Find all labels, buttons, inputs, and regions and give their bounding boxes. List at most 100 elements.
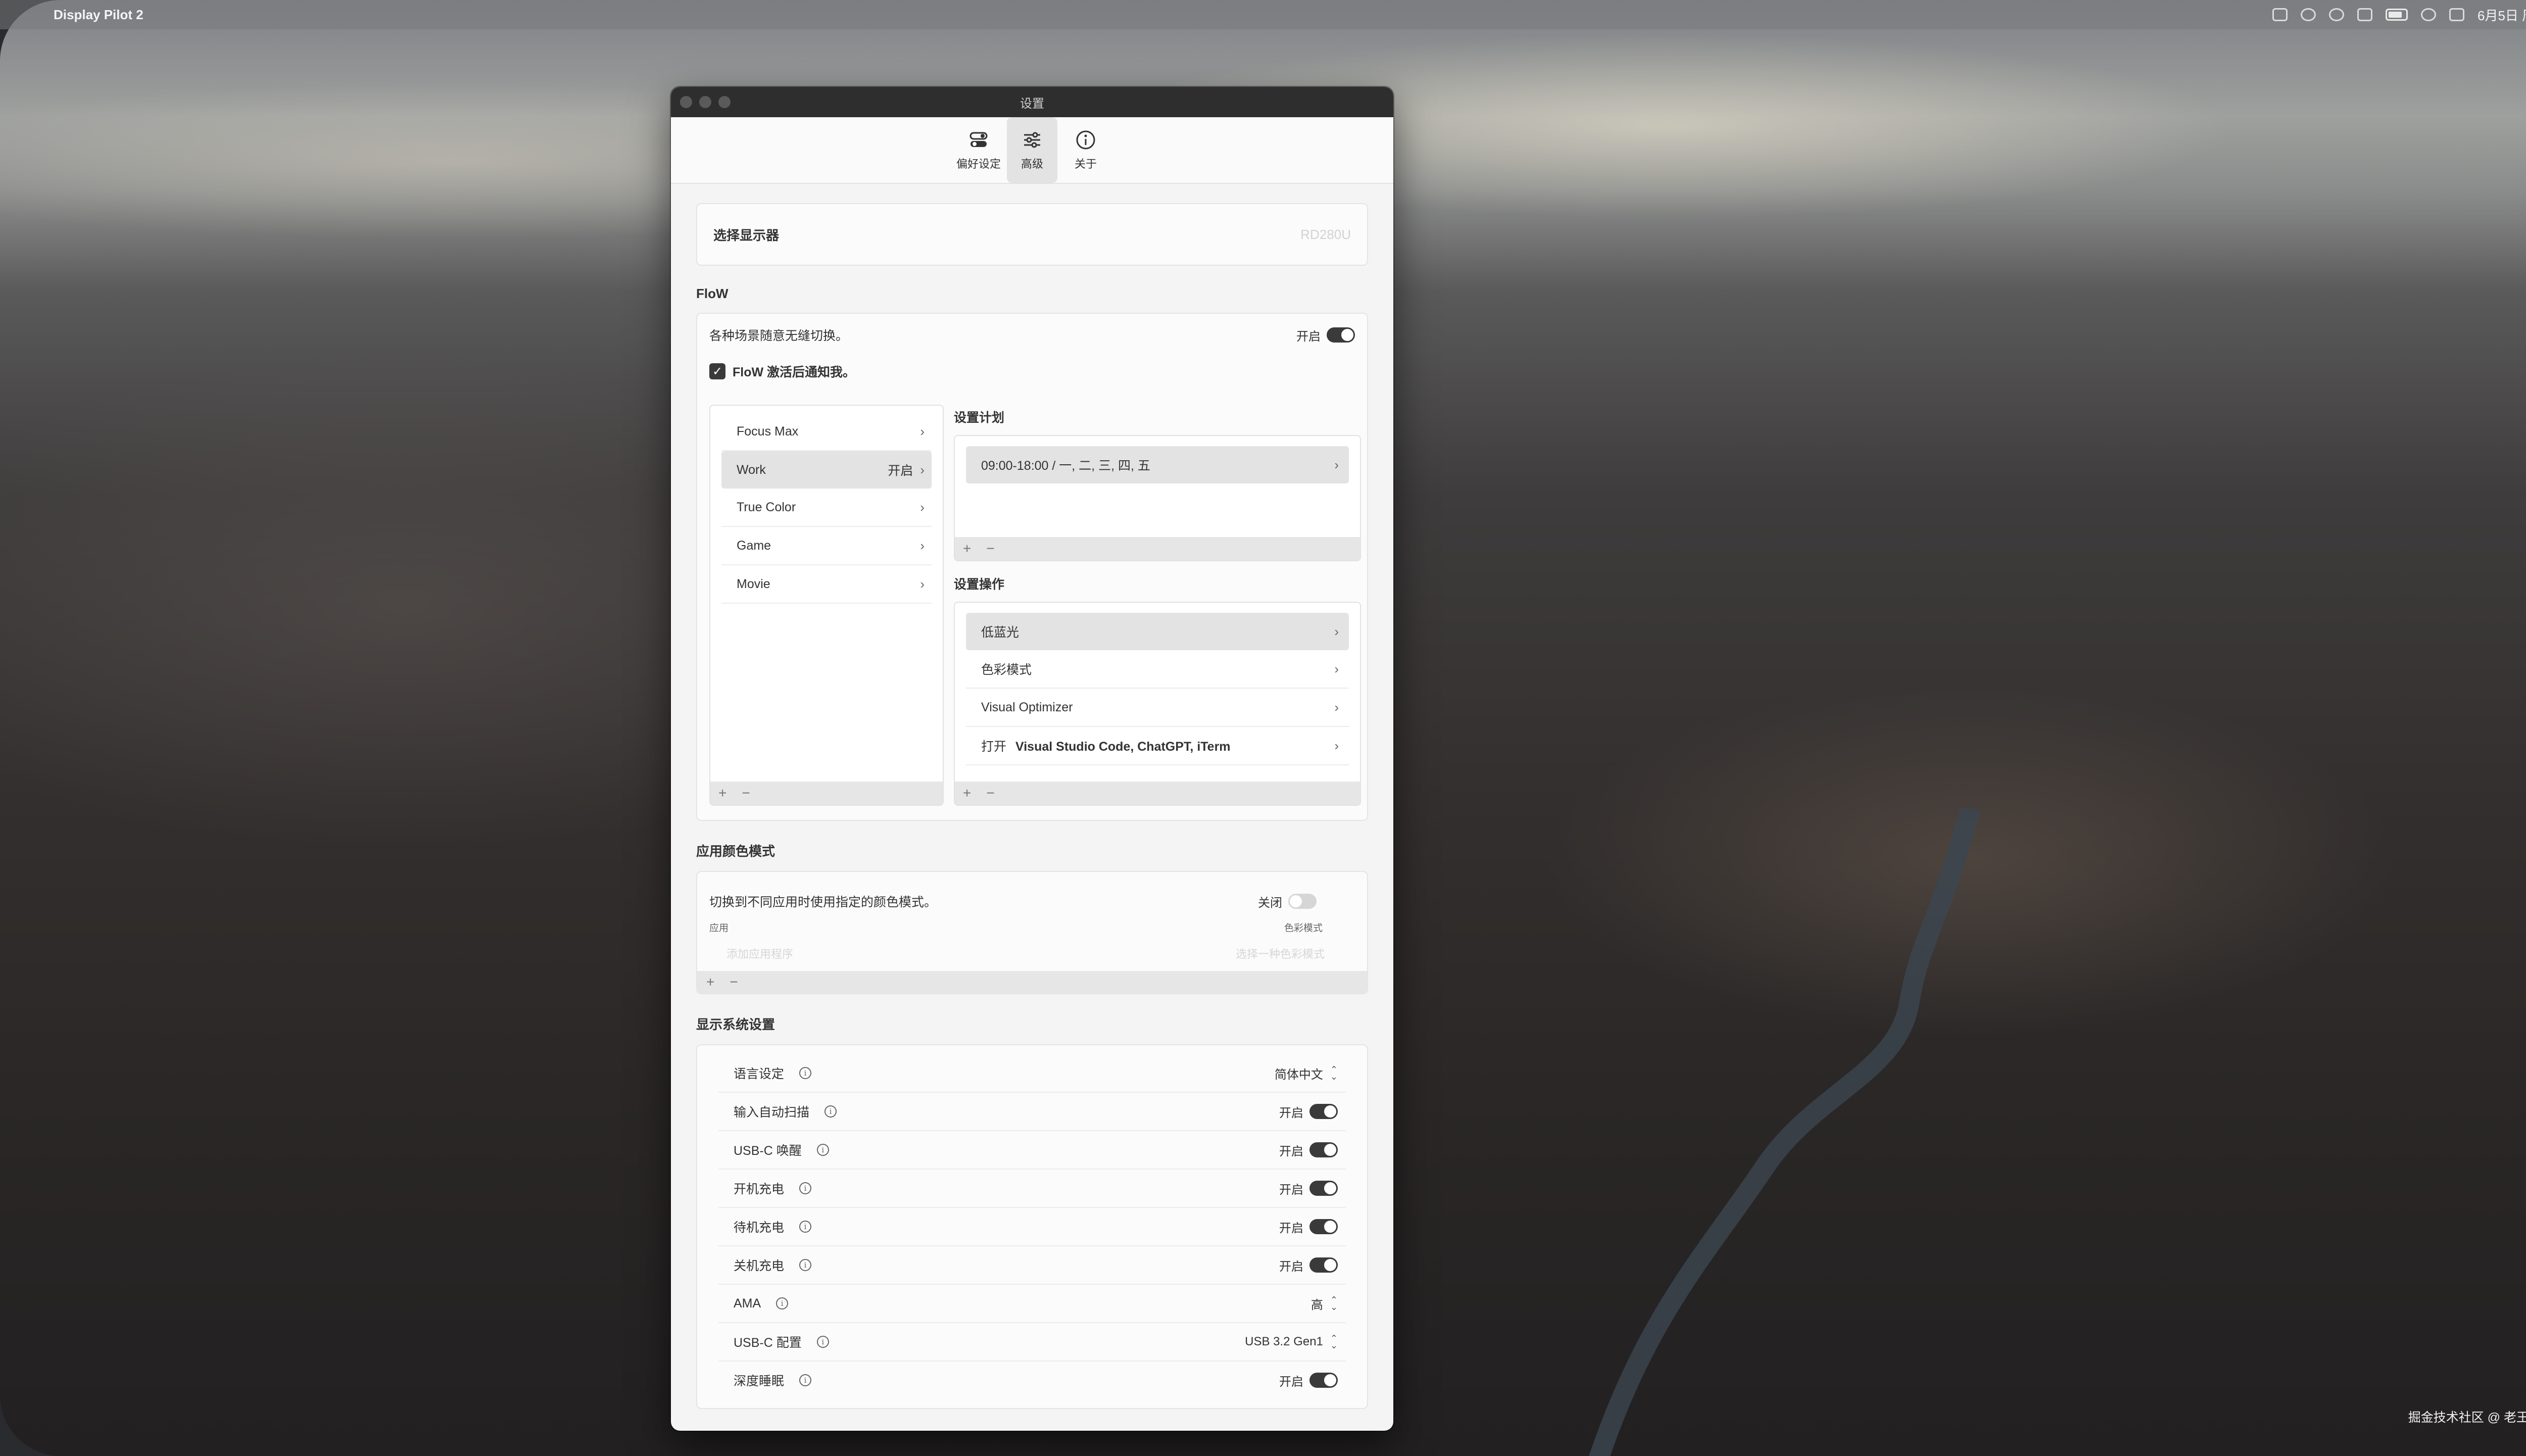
cloud-sync-icon[interactable] bbox=[2329, 8, 2345, 21]
sys-label: AMA bbox=[734, 1296, 761, 1311]
plan-item[interactable]: 09:00-18:00 / 一, 二, 三, 四, 五 › bbox=[966, 446, 1349, 483]
bluetooth-icon[interactable] bbox=[2357, 8, 2373, 21]
updown-chevron-icon: ⌃ ⌄ bbox=[1330, 1295, 1338, 1312]
op-item-open-apps[interactable]: 打开 Visual Studio Code, ChatGPT, iTerm › bbox=[966, 727, 1349, 765]
battery-icon[interactable] bbox=[2386, 9, 2408, 21]
select-mode-placeholder[interactable]: 选择一种色彩模式 bbox=[1236, 945, 1325, 961]
op-label: 打开 bbox=[981, 740, 1007, 754]
scene-item-movie[interactable]: Movie › bbox=[721, 565, 932, 604]
sys-label: USB-C 配置 bbox=[734, 1336, 802, 1350]
menu-bar: Display Pilot 2 6月5日 周五 00:2 bbox=[0, 0, 2526, 29]
flow-notify-checkbox[interactable]: ✓ bbox=[709, 363, 725, 379]
remove-op-button[interactable]: − bbox=[986, 785, 994, 801]
flow-toggle-group: 开启 bbox=[1296, 326, 1355, 344]
add-app-placeholder[interactable]: 添加应用程序 bbox=[726, 945, 793, 961]
settings-window: 设置 偏好设定 高级 关于 选择显示器 RD280U FloW 各种场景随意无缝… bbox=[671, 87, 1393, 1431]
flow-toggle-row: 各种场景随意无缝切换。 开启 bbox=[709, 325, 1355, 345]
app-color-toggle-group: 关闭 bbox=[1258, 893, 1317, 910]
wifi-icon[interactable] bbox=[2421, 8, 2437, 21]
deep-sleep-toggle[interactable] bbox=[1309, 1373, 1338, 1388]
op-item-low-blue-light[interactable]: 低蓝光 › bbox=[966, 613, 1349, 650]
add-op-button[interactable]: + bbox=[963, 785, 971, 801]
info-icon[interactable]: i bbox=[776, 1297, 789, 1309]
power-on-charge-toggle[interactable] bbox=[1309, 1181, 1338, 1196]
chevron-right-icon: › bbox=[920, 538, 925, 553]
tab-advanced-label: 高级 bbox=[1021, 158, 1043, 170]
display-select-value[interactable]: RD280U bbox=[1300, 227, 1351, 242]
power-off-charge-toggle[interactable] bbox=[1309, 1257, 1338, 1273]
cloud-status-icon[interactable] bbox=[2301, 8, 2316, 21]
info-icon[interactable]: i bbox=[799, 1374, 812, 1386]
op-label: Visual Optimizer bbox=[981, 700, 1073, 714]
info-icon[interactable]: i bbox=[816, 1336, 829, 1348]
toggle-group: 开启 bbox=[1279, 1103, 1338, 1121]
standby-charge-toggle[interactable] bbox=[1309, 1219, 1338, 1234]
zoom-window-button[interactable] bbox=[718, 96, 731, 108]
info-icon[interactable]: i bbox=[799, 1259, 812, 1271]
scene-item-true-color[interactable]: True Color › bbox=[721, 489, 932, 527]
remove-app-button[interactable]: − bbox=[730, 974, 738, 990]
close-window-button[interactable] bbox=[680, 96, 692, 108]
display-select-row[interactable]: 选择显示器 RD280U bbox=[696, 203, 1368, 266]
menu-bar-clock[interactable]: 6月5日 周五 00:2 bbox=[2478, 6, 2526, 24]
scene-name: Work bbox=[737, 462, 766, 477]
add-scene-button[interactable]: + bbox=[718, 785, 726, 801]
toggle-group: 开启 bbox=[1279, 1218, 1338, 1236]
info-icon[interactable]: i bbox=[799, 1182, 812, 1194]
window-titlebar[interactable]: 设置 bbox=[671, 87, 1393, 117]
settings-toolbar: 偏好设定 高级 关于 bbox=[671, 117, 1393, 184]
usbc-config-select[interactable]: USB 3.2 Gen1 ⌃ ⌄ bbox=[1245, 1334, 1338, 1350]
flow-notify-label: FloW 激活后通知我。 bbox=[733, 365, 856, 379]
scene-item-work[interactable]: Work 开启 › bbox=[721, 451, 932, 489]
scene-name: True Color bbox=[737, 500, 796, 514]
tab-about[interactable]: 关于 bbox=[1060, 117, 1111, 183]
language-select[interactable]: 简体中文 ⌃ ⌄ bbox=[1275, 1064, 1338, 1082]
scene-list-footer: + − bbox=[710, 782, 943, 805]
tab-preferences[interactable]: 偏好设定 bbox=[953, 117, 1004, 183]
flow-notify-row[interactable]: ✓ FloW 激活后通知我。 bbox=[709, 362, 1355, 380]
sliders-icon bbox=[1024, 132, 1040, 148]
app-color-section-title: 应用颜色模式 bbox=[696, 844, 775, 859]
updown-chevron-icon: ⌃ ⌄ bbox=[1330, 1064, 1338, 1082]
control-center-icon[interactable] bbox=[2449, 8, 2465, 21]
apple-menu-icon[interactable] bbox=[16, 5, 33, 25]
remove-plan-button[interactable]: − bbox=[986, 541, 994, 557]
toggle-label: 开启 bbox=[1279, 1221, 1303, 1235]
op-item-color-mode[interactable]: 色彩模式 › bbox=[966, 650, 1349, 689]
auto-scan-toggle[interactable] bbox=[1309, 1104, 1338, 1119]
app-name[interactable]: Display Pilot 2 bbox=[54, 7, 143, 23]
toggle-label: 开启 bbox=[1279, 1183, 1303, 1197]
ops-list-footer: + − bbox=[955, 782, 1360, 805]
sys-label: 关机充电 bbox=[734, 1259, 785, 1273]
sys-row-power-off-charge: 关机充电 i 开启 bbox=[718, 1246, 1346, 1285]
minimize-window-button[interactable] bbox=[699, 96, 711, 108]
usbc-wake-toggle[interactable] bbox=[1309, 1142, 1338, 1157]
app-color-toggle-row: 切换到不同应用时使用指定的颜色模式。 关闭 bbox=[709, 872, 1355, 928]
info-icon[interactable]: i bbox=[816, 1144, 829, 1156]
add-app-button[interactable]: + bbox=[706, 974, 714, 990]
grid-status-icon[interactable] bbox=[2272, 8, 2288, 21]
op-item-visual-optimizer[interactable]: Visual Optimizer › bbox=[966, 689, 1349, 727]
scene-item-game[interactable]: Game › bbox=[721, 527, 932, 565]
scene-list: Focus Max › Work 开启 › True Color › Game ›… bbox=[709, 405, 944, 806]
scene-status: 开启 bbox=[888, 464, 913, 478]
sys-row-power-on-charge: 开机充电 i 开启 bbox=[718, 1170, 1346, 1208]
app-color-toggle[interactable] bbox=[1288, 894, 1317, 909]
river-decoration bbox=[1589, 808, 1980, 1456]
add-plan-button[interactable]: + bbox=[963, 541, 971, 557]
ama-select[interactable]: 高 ⌃ ⌄ bbox=[1311, 1295, 1338, 1313]
scene-item-focus-max[interactable]: Focus Max › bbox=[721, 413, 932, 451]
plan-list: 09:00-18:00 / 一, 二, 三, 四, 五 › + − bbox=[954, 435, 1361, 561]
chevron-right-icon: › bbox=[920, 499, 925, 515]
scene-name: Focus Max bbox=[737, 424, 799, 439]
remove-scene-button[interactable]: − bbox=[742, 785, 750, 801]
settings-content: 选择显示器 RD280U FloW 各种场景随意无缝切换。 开启 ✓ FloW … bbox=[671, 203, 1393, 1409]
tab-advanced[interactable]: 高级 bbox=[1007, 117, 1057, 183]
sys-row-usbc-config: USB-C 配置 i USB 3.2 Gen1 ⌃ ⌄ bbox=[718, 1323, 1346, 1362]
info-icon[interactable]: i bbox=[824, 1105, 837, 1118]
flow-toggle[interactable] bbox=[1327, 327, 1355, 343]
info-icon[interactable]: i bbox=[799, 1067, 812, 1079]
info-icon[interactable]: i bbox=[799, 1221, 812, 1233]
app-color-placeholder-row[interactable]: 添加应用程序 选择一种色彩模式 bbox=[709, 945, 1355, 961]
toggle-group: 开启 bbox=[1279, 1372, 1338, 1389]
